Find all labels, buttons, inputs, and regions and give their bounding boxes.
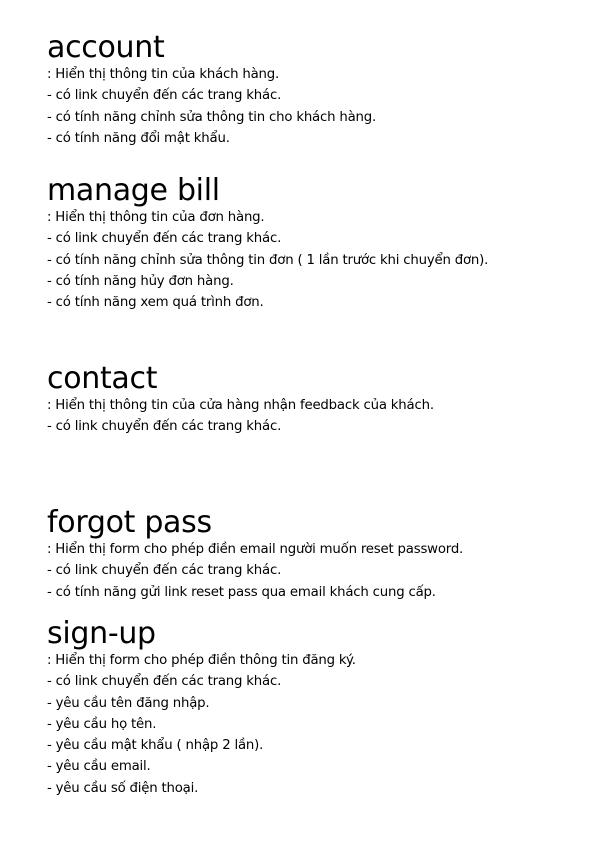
section-line: - có link chuyển đến các trang khác. [47,674,282,690]
section-line: - có link chuyển đến các trang khác. [47,231,282,247]
section-line: : Hiển thị form cho phép điền email ngườ… [47,542,464,557]
section-heading-contact: contact [47,361,158,396]
section-manage-bill: manage bill : Hiển thị thông tin của đơn… [47,175,587,313]
section-line: - yêu cầu email. [47,759,151,775]
section-line: - có tính năng hủy đơn hàng. [47,273,234,289]
section-forgot-pass: forgot pass : Hiển thị form cho phép điề… [47,507,587,603]
section-heading-forgot-pass: forgot pass [47,505,212,540]
section-account: account : Hiển thị thông tin của khách h… [47,32,587,149]
section-line: : Hiển thị thông tin của cửa hàng nhận f… [47,398,434,413]
section-heading-account: account [47,30,165,65]
section-heading-manage-bill: manage bill [47,173,220,208]
section-line: - có tính năng gửi link reset pass qua e… [47,584,436,600]
section-line: - yêu cầu số điện thoại. [47,780,199,796]
section-line: - có link chuyển đến các trang khác. [47,419,282,435]
section-line: : Hiển thị form cho phép điền thông tin … [47,653,356,668]
section-sign-up: sign-up : Hiển thị form cho phép điền th… [47,618,587,799]
section-line: - yêu cầu mật khẩu ( nhập 2 lần). [47,738,264,754]
section-line: - có tính năng chỉnh sửa thông tin đơn (… [47,252,489,268]
section-line: : Hiển thị thông tin của khách hàng. [47,67,280,82]
section-heading-sign-up: sign-up [47,616,156,651]
section-line: - có tính năng đổi mật khẩu. [47,130,230,146]
section-line: - có link chuyển đến các trang khác. [47,88,282,104]
section-line: : Hiển thị thông tin của đơn hàng. [47,210,265,225]
section-line: - có link chuyển đến các trang khác. [47,563,282,579]
section-contact: contact : Hiển thị thông tin của cửa hàn… [47,363,587,438]
section-line: - có tính năng xem quá trình đơn. [47,295,264,311]
section-line: - yêu cầu tên đăng nhập. [47,695,210,711]
section-line: - có tính năng chỉnh sửa thông tin cho k… [47,109,377,125]
section-line: - yêu cầu họ tên. [47,716,157,732]
